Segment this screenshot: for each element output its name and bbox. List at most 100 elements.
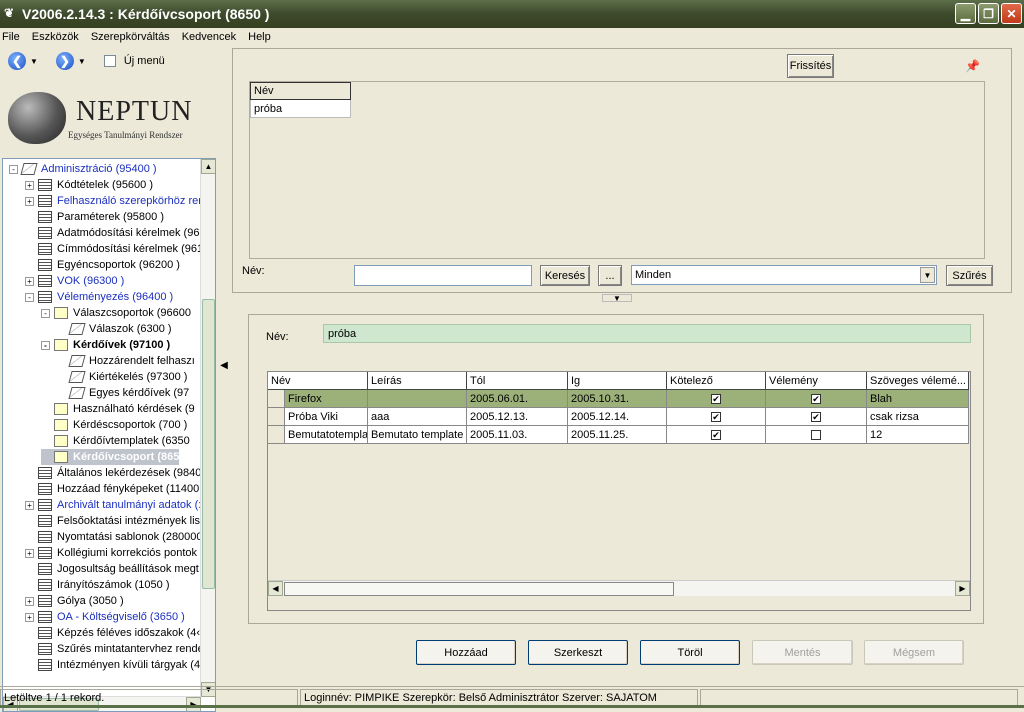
cell-name[interactable]: Próba Viki bbox=[285, 408, 368, 426]
search-button[interactable]: Keresés bbox=[540, 265, 590, 286]
filter-dropdown[interactable]: Minden ▼ bbox=[631, 265, 937, 285]
tree-item[interactable]: Szűrés mintatantervhez rende bbox=[25, 641, 201, 657]
tree-item[interactable]: - Kérdőívek (97100 ) bbox=[41, 337, 170, 353]
cell-opinion[interactable]: ✔ bbox=[766, 390, 867, 408]
cell-description[interactable]: Bemutato template bbox=[368, 426, 467, 444]
expand-icon[interactable]: + bbox=[25, 596, 34, 606]
tree-item[interactable]: + Kollégiumi korrekciós pontok bbox=[25, 545, 197, 561]
detail-name-field[interactable]: próba bbox=[323, 324, 971, 343]
cell-description[interactable] bbox=[368, 390, 467, 408]
tree-item[interactable]: Jogosultság beállítások megt bbox=[25, 561, 199, 577]
maximize-button[interactable]: ❐ bbox=[978, 3, 999, 24]
tree-item[interactable]: Képzés féléves időszakok (4‹ bbox=[25, 625, 200, 641]
refresh-button[interactable]: Frissítés bbox=[787, 54, 834, 78]
expand-icon[interactable]: + bbox=[25, 196, 34, 206]
tree-item[interactable]: Hozzárendelt felhaszı bbox=[57, 353, 195, 369]
scroll-up-icon[interactable]: ▲ bbox=[201, 159, 215, 174]
cell-from[interactable]: 2005.12.13. bbox=[467, 408, 568, 426]
column-header[interactable]: Vélemény bbox=[766, 372, 867, 390]
tree-item[interactable]: Kérdéscsoportok (700 ) bbox=[41, 417, 187, 433]
scroll-right-icon[interactable]: ▶ bbox=[955, 581, 970, 596]
back-dropdown-icon[interactable]: ▼ bbox=[30, 57, 38, 66]
tree-item[interactable]: Kiértékelés (97300 ) bbox=[57, 369, 187, 385]
save-button[interactable]: Mentés bbox=[752, 640, 853, 665]
cell-to[interactable]: 2005.11.25. bbox=[568, 426, 667, 444]
cell-opinion[interactable]: ✔ bbox=[766, 408, 867, 426]
tree-item[interactable]: + VOK (96300 ) bbox=[25, 273, 124, 289]
menu-favorites[interactable]: Kedvencek bbox=[182, 31, 236, 43]
column-header[interactable]: Ig bbox=[568, 372, 667, 390]
table-row[interactable]: Bemutatotempla Bemutato template 2005.11.0… bbox=[268, 426, 969, 444]
column-header[interactable]: Név bbox=[268, 372, 368, 390]
menu-file[interactable]: File bbox=[2, 31, 20, 43]
checked-checkbox[interactable]: ✔ bbox=[811, 393, 821, 404]
tree-vertical-scrollbar[interactable]: ▲ ▼ bbox=[200, 159, 215, 697]
cell-mandatory[interactable]: ✔ bbox=[667, 426, 766, 444]
tree-item[interactable]: - Válaszcsoportok (96600 bbox=[41, 305, 191, 321]
tree-item[interactable]: Egyéncsoportok (96200 ) bbox=[25, 257, 180, 273]
expand-icon[interactable]: + bbox=[25, 548, 34, 558]
scroll-thumb[interactable] bbox=[284, 582, 674, 596]
expand-icon[interactable]: + bbox=[25, 180, 34, 190]
expand-icon[interactable]: + bbox=[25, 612, 34, 622]
checked-checkbox[interactable]: ✔ bbox=[711, 411, 721, 422]
grid-horizontal-scrollbar[interactable]: ◀ ▶ bbox=[268, 580, 970, 596]
scroll-left-icon[interactable]: ◀ bbox=[268, 581, 283, 596]
tree-item[interactable]: Adatmódosítási kérelmek (96 bbox=[25, 225, 199, 241]
tree-item[interactable]: Válaszok (6300 ) bbox=[57, 321, 172, 337]
tree-item[interactable]: Kérdőívtemplatek (6350 bbox=[41, 433, 190, 449]
add-button[interactable]: Hozzáad bbox=[416, 640, 516, 665]
cell-opinion[interactable] bbox=[766, 426, 867, 444]
edit-button[interactable]: Szerkeszt bbox=[528, 640, 628, 665]
close-button[interactable]: ✕ bbox=[1001, 3, 1022, 24]
collapse-icon[interactable]: - bbox=[41, 308, 50, 318]
tree-item[interactable]: Egyes kérdőívek (97 bbox=[57, 385, 189, 401]
expand-arrow-icon[interactable]: ▼ bbox=[602, 294, 632, 303]
expand-icon[interactable]: + bbox=[25, 500, 34, 510]
tree-item[interactable]: Intézményen kívüli tárgyak (4 bbox=[25, 657, 200, 673]
scroll-thumb[interactable] bbox=[202, 299, 215, 589]
checked-checkbox[interactable]: ✔ bbox=[811, 411, 821, 422]
cancel-button[interactable]: Mégsem bbox=[864, 640, 964, 665]
tree-item[interactable]: + Felhasználó szerepkörhöz rer bbox=[25, 193, 201, 209]
tree-item[interactable]: + Gólya (3050 ) bbox=[25, 593, 124, 609]
forward-dropdown-icon[interactable]: ▼ bbox=[78, 57, 86, 66]
tree-item[interactable]: - Adminisztráció (95400 ) bbox=[9, 161, 157, 177]
tree-item[interactable]: Nyomtatási sablonok (280000 bbox=[25, 529, 201, 545]
tree-item[interactable]: Általános lekérdezések (9840 bbox=[25, 465, 201, 481]
cell-text-opinion[interactable]: Blah bbox=[867, 390, 969, 408]
back-icon[interactable]: ❮ bbox=[8, 52, 26, 70]
menu-role-switch[interactable]: Szerepkörváltás bbox=[91, 31, 170, 43]
menu-tools[interactable]: Eszközök bbox=[32, 31, 79, 43]
tree-item[interactable]: + Kódtételek (95600 ) bbox=[25, 177, 153, 193]
tree-item[interactable]: Irányítószámok (1050 ) bbox=[25, 577, 170, 593]
collapse-icon[interactable]: - bbox=[41, 340, 50, 350]
cell-to[interactable]: 2005.12.14. bbox=[568, 408, 667, 426]
cell-name[interactable]: Firefox bbox=[285, 390, 368, 408]
column-header[interactable]: Tól bbox=[467, 372, 568, 390]
column-header[interactable]: Leírás bbox=[368, 372, 467, 390]
cell-from[interactable]: 2005.06.01. bbox=[467, 390, 568, 408]
collapse-icon[interactable]: - bbox=[9, 164, 18, 174]
cell-name[interactable]: Bemutatotempla bbox=[285, 426, 368, 444]
table-row[interactable]: Firefox 2005.06.01. 2005.10.31. ✔ ✔ Blah bbox=[268, 390, 969, 408]
menu-help[interactable]: Help bbox=[248, 31, 271, 43]
table-row[interactable]: Próba Viki aaa 2005.12.13. 2005.12.14. ✔ ✔ csa… bbox=[268, 408, 969, 426]
collapse-icon[interactable]: - bbox=[25, 292, 34, 302]
unchecked-checkbox[interactable] bbox=[811, 429, 821, 440]
tree-item[interactable]: Használható kérdések (9 bbox=[41, 401, 195, 417]
search-input[interactable] bbox=[354, 265, 532, 286]
tree-item[interactable]: Paraméterek (95800 ) bbox=[25, 209, 164, 225]
filter-button[interactable]: Szűrés bbox=[946, 265, 993, 286]
tree-item[interactable]: + Archivált tanulmányi adatok (: bbox=[25, 497, 201, 513]
chevron-down-icon[interactable]: ▼ bbox=[920, 267, 935, 283]
column-header[interactable]: Kötelező bbox=[667, 372, 766, 390]
tree-item[interactable]: Címmódosítási kérelmek (961 bbox=[25, 241, 201, 257]
new-menu-checkbox[interactable] bbox=[103, 55, 116, 67]
cell-from[interactable]: 2005.11.03. bbox=[467, 426, 568, 444]
collapse-panel-icon[interactable]: ◀ bbox=[219, 350, 229, 380]
expand-icon[interactable]: + bbox=[25, 276, 34, 286]
cell-text-opinion[interactable]: csak rizsa bbox=[867, 408, 969, 426]
minimize-button[interactable]: ▁ bbox=[955, 3, 976, 24]
cell-description[interactable]: aaa bbox=[368, 408, 467, 426]
